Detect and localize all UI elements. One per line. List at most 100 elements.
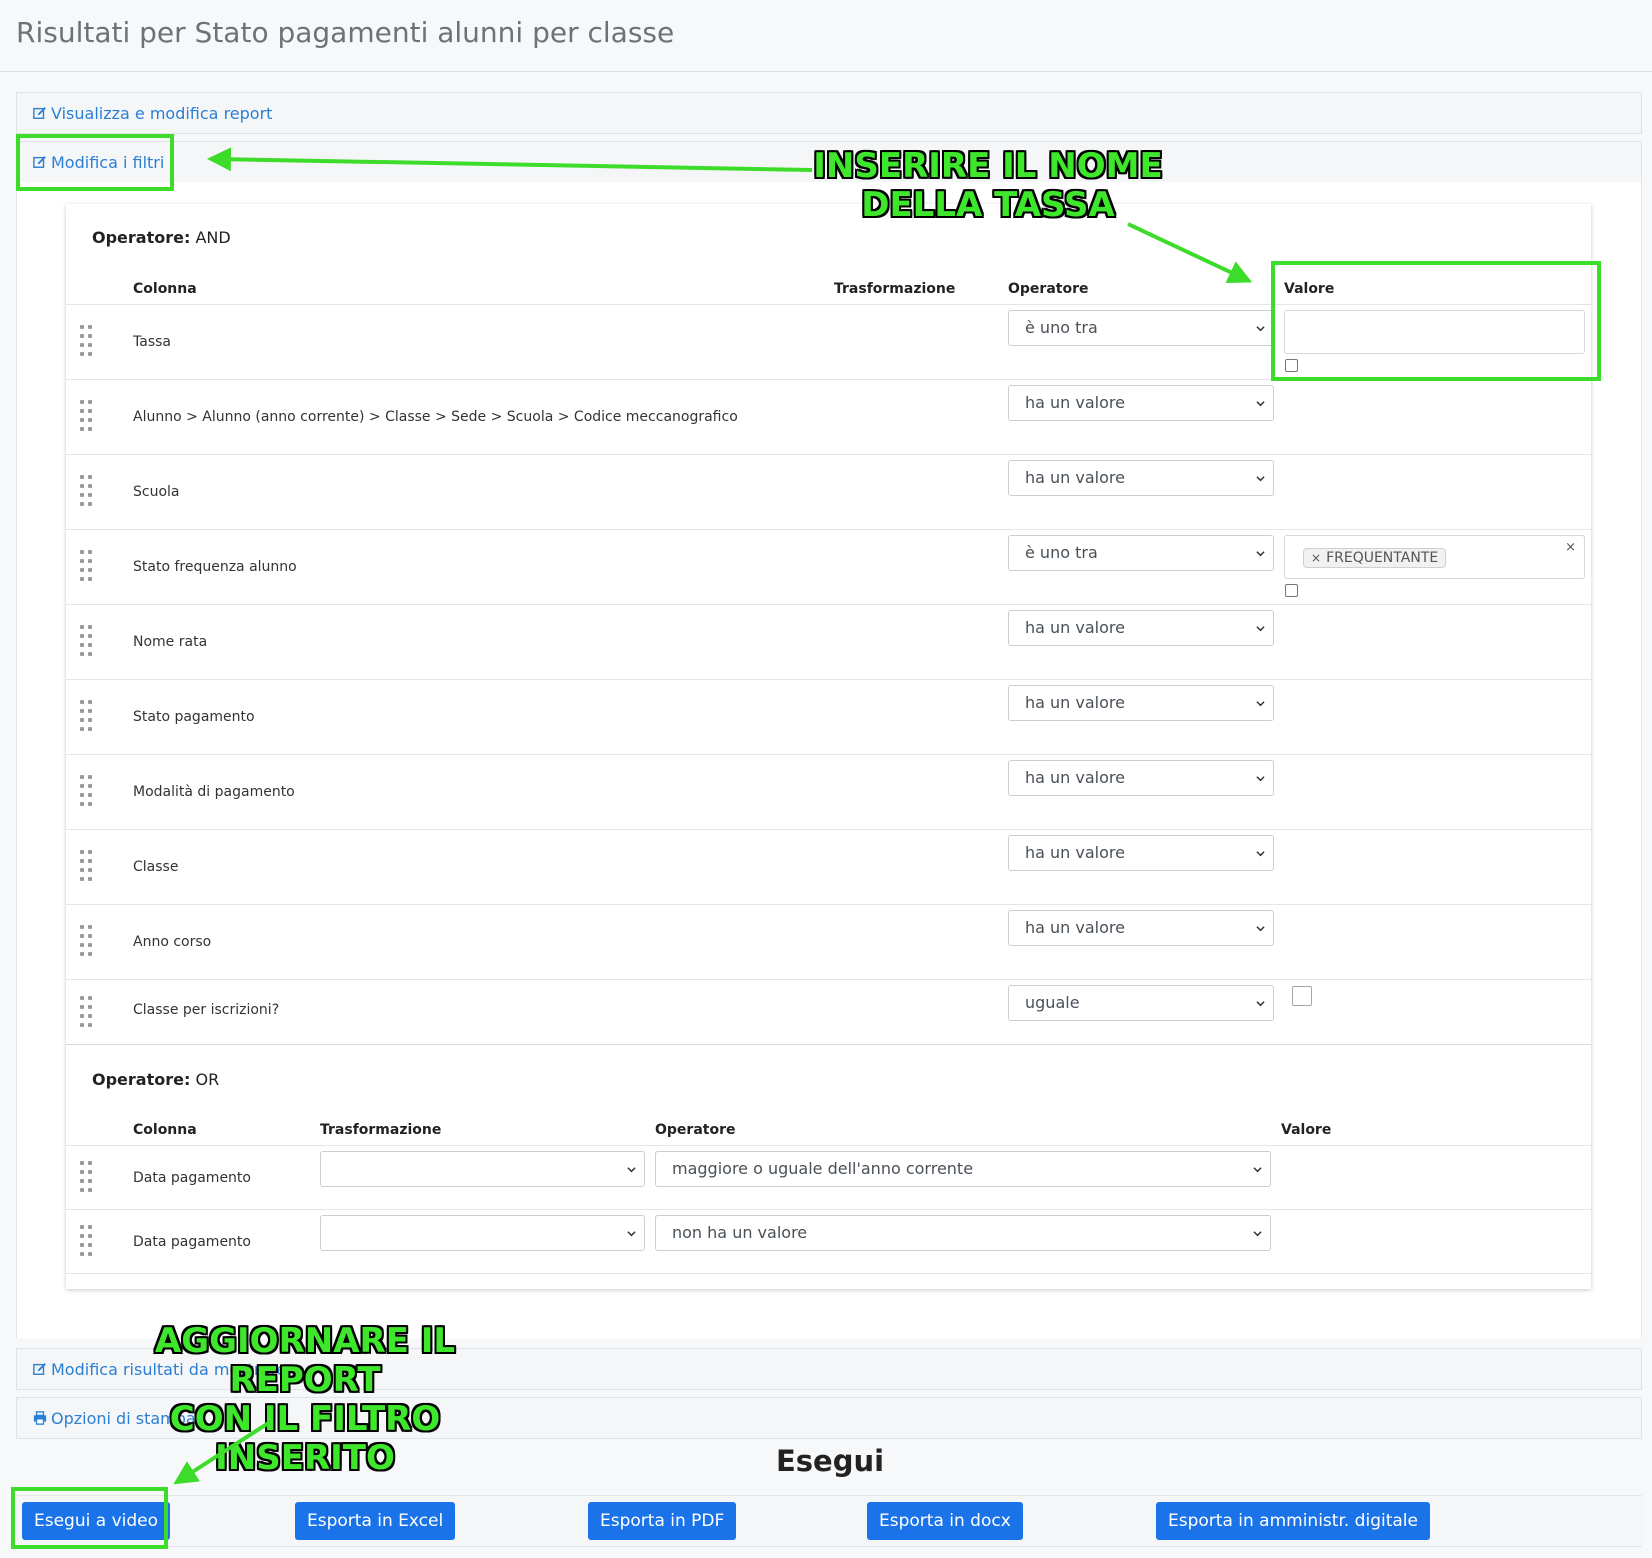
export-docx-button[interactable]: Esporta in docx (867, 1502, 1023, 1540)
page-title: Risultati per Stato pagamenti alunni per… (16, 16, 675, 49)
view-report-label: Visualizza e modifica report (51, 104, 273, 123)
tag-label: FREQUENTANTE (1326, 550, 1439, 566)
edit-icon (33, 1363, 46, 1375)
drag-handle-icon[interactable] (80, 996, 94, 1030)
header-value: Valore (1284, 281, 1335, 297)
chevron-down-icon (1253, 1167, 1262, 1173)
transform-select[interactable] (320, 1151, 645, 1187)
edit-filters-link[interactable]: Modifica i filtri (33, 153, 164, 172)
drag-handle-icon[interactable] (80, 400, 94, 434)
or-filter-row: Data pagamento maggiore o uguale dell'an… (66, 1145, 1591, 1209)
value-checkbox[interactable] (1285, 359, 1298, 372)
export-pdf-button[interactable]: Esporta in PDF (588, 1502, 737, 1540)
export-digital-button[interactable]: Esporta in amministr. digitale (1156, 1502, 1430, 1540)
or-filter-row: Data pagamento non ha un valore (66, 1209, 1591, 1273)
drag-handle-icon[interactable] (80, 925, 94, 959)
operator-select[interactable]: ha un valore (1008, 610, 1274, 646)
operator-select[interactable]: ha un valore (1008, 685, 1274, 721)
drag-handle-icon[interactable] (80, 700, 94, 734)
chevron-down-icon (1256, 626, 1265, 632)
header-transform: Trasformazione (834, 281, 956, 297)
operator-select[interactable]: ha un valore (1008, 835, 1274, 871)
chevron-down-icon (1256, 476, 1265, 482)
header-value: Valore (1281, 1122, 1332, 1138)
row-column-label: Scuola (133, 484, 180, 500)
callout-line: INSERIRE IL NOME (813, 146, 1163, 186)
filter-row-nome-rata: Nome rata ha un valore (66, 604, 1591, 679)
filter-row-codice-meccanografico: Alunno > Alunno (anno corrente) > Classe… (66, 379, 1591, 454)
group-divider (66, 1044, 1591, 1045)
export-excel-button[interactable]: Esporta in Excel (295, 1502, 456, 1540)
chevron-down-icon (1256, 776, 1265, 782)
drag-handle-icon[interactable] (80, 550, 94, 584)
operator-select[interactable]: non ha un valore (655, 1215, 1271, 1251)
operator-value: OR (195, 1070, 220, 1089)
callout-tax-name: INSERIRE IL NOME DELLA TASSA (812, 147, 1164, 225)
operator-label: Operatore: (92, 228, 191, 247)
and-operator-title: Operatore: AND (92, 228, 231, 247)
drag-handle-icon[interactable] (80, 850, 94, 884)
view-report-link[interactable]: Visualizza e modifica report (33, 104, 272, 123)
row-column-label: Stato pagamento (133, 709, 255, 725)
operator-select[interactable]: ha un valore (1008, 385, 1274, 421)
filter-row-tassa: Tassa è uno tra (66, 304, 1591, 379)
row-column-label: Alunno > Alunno (anno corrente) > Classe… (133, 409, 738, 425)
transform-select[interactable] (320, 1215, 645, 1251)
edit-icon (33, 107, 46, 119)
value-checkbox[interactable] (1292, 986, 1312, 1006)
row-column-label: Modalità di pagamento (133, 784, 295, 800)
filter-row-classe-iscrizioni: Classe per iscrizioni? uguale (66, 979, 1591, 1044)
filter-row-classe: Classe ha un valore (66, 829, 1591, 904)
chevron-down-icon (1256, 401, 1265, 407)
operator-select[interactable]: ha un valore (1008, 910, 1274, 946)
clear-icon[interactable]: × (1565, 540, 1576, 555)
chevron-down-icon (1253, 1231, 1262, 1237)
callout-line: CON IL FILTRO INSERITO (169, 1399, 441, 1478)
selected-tag: × FREQUENTANTE (1303, 548, 1447, 568)
operator-select[interactable]: ha un valore (1008, 460, 1274, 496)
tag-remove-icon[interactable]: × (1311, 551, 1321, 565)
chevron-down-icon (1256, 1001, 1265, 1007)
row-column-label: Nome rata (133, 634, 208, 650)
filter-row-stato-pagamento: Stato pagamento ha un valore (66, 679, 1591, 754)
header-column: Colonna (133, 281, 197, 297)
row-column-label: Data pagamento (133, 1234, 251, 1250)
edit-filters-label: Modifica i filtri (51, 153, 165, 172)
view-report-panel: Visualizza e modifica report (16, 92, 1642, 134)
drag-handle-icon[interactable] (80, 325, 94, 359)
operator-select[interactable]: è uno tra (1008, 310, 1274, 346)
print-icon (33, 1411, 47, 1425)
edit-icon (33, 156, 46, 168)
filter-row-modalita-pagamento: Modalità di pagamento ha un valore (66, 754, 1591, 829)
operator-select[interactable]: uguale (1008, 985, 1274, 1021)
header-operator: Operatore (1008, 281, 1089, 297)
callout-refresh: AGGIORNARE IL REPORT CON IL FILTRO INSER… (80, 1322, 530, 1478)
chevron-down-icon (627, 1167, 636, 1173)
tax-value-input[interactable] (1284, 310, 1585, 354)
chevron-down-icon (1256, 701, 1265, 707)
chevron-down-icon (1256, 851, 1265, 857)
chevron-down-icon (1256, 326, 1265, 332)
operator-select[interactable]: è uno tra (1008, 535, 1274, 571)
operator-select[interactable]: maggiore o uguale dell'anno corrente (655, 1151, 1271, 1187)
drag-handle-icon[interactable] (80, 475, 94, 509)
frequency-value-input[interactable]: × FREQUENTANTE × (1284, 535, 1585, 579)
row-divider (66, 1273, 1591, 1274)
chevron-down-icon (1256, 551, 1265, 557)
operator-select[interactable]: ha un valore (1008, 760, 1274, 796)
filter-row-anno-corso: Anno corso ha un valore (66, 904, 1591, 979)
filter-row-scuola: Scuola ha un valore (66, 454, 1591, 529)
drag-handle-icon[interactable] (80, 775, 94, 809)
drag-handle-icon[interactable] (80, 1161, 94, 1195)
chevron-down-icon (627, 1231, 636, 1237)
row-column-label: Classe per iscrizioni? (133, 1002, 280, 1018)
callout-line: DELLA TASSA (861, 185, 1115, 225)
drag-handle-icon[interactable] (80, 1225, 94, 1259)
row-column-label: Stato frequenza alunno (133, 559, 297, 575)
run-video-button[interactable]: Esegui a video (22, 1502, 171, 1540)
value-checkbox[interactable] (1285, 584, 1298, 597)
row-column-label: Data pagamento (133, 1170, 251, 1186)
drag-handle-icon[interactable] (80, 625, 94, 659)
row-column-label: Anno corso (133, 934, 212, 950)
filter-card: Operatore: AND Colonna Trasformazione Op… (66, 204, 1591, 1289)
